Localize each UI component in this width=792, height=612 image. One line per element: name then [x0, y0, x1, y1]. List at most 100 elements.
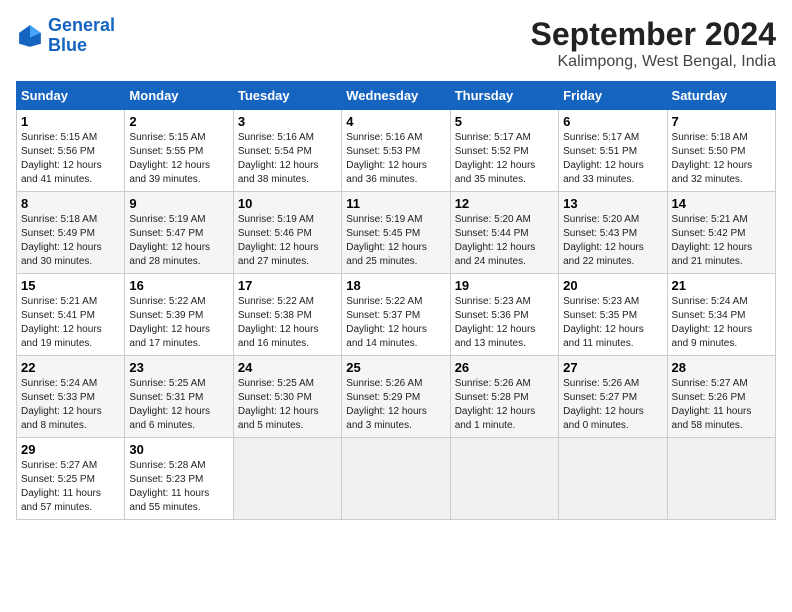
- day-number: 30: [129, 442, 228, 457]
- day-number: 14: [672, 196, 771, 211]
- calendar-header-tuesday: Tuesday: [233, 82, 341, 110]
- calendar-week-3: 15 Sunrise: 5:21 AM Sunset: 5:41 PM Dayli…: [17, 274, 776, 356]
- day-number: 7: [672, 114, 771, 129]
- calendar-day-25: 25Sunrise: 5:26 AM Sunset: 5:29 PM Dayli…: [342, 356, 450, 438]
- calendar-day-23: 23Sunrise: 5:25 AM Sunset: 5:31 PM Dayli…: [125, 356, 233, 438]
- calendar-day-19: 19 Sunrise: 5:23 AM Sunset: 5:36 PM Dayli…: [450, 274, 558, 356]
- calendar-day-9: 9 Sunrise: 5:19 AM Sunset: 5:47 PM Daylig…: [125, 192, 233, 274]
- calendar-week-2: 8Sunrise: 5:18 AM Sunset: 5:49 PM Daylig…: [17, 192, 776, 274]
- day-number: 24: [238, 360, 337, 375]
- day-info: Sunrise: 5:26 AM Sunset: 5:28 PM Dayligh…: [455, 377, 554, 433]
- day-info: Sunrise: 5:23 AM Sunset: 5:36 PM Dayligh…: [455, 295, 554, 351]
- day-number: 2: [129, 114, 228, 129]
- calendar-day-13: 13Sunrise: 5:20 AM Sunset: 5:43 PM Dayli…: [559, 192, 667, 274]
- day-info: Sunrise: 5:16 AM Sunset: 5:53 PM Dayligh…: [346, 131, 445, 187]
- calendar-week-4: 22 Sunrise: 5:24 AM Sunset: 5:33 PM Dayli…: [17, 356, 776, 438]
- calendar-day-26: 26Sunrise: 5:26 AM Sunset: 5:28 PM Dayli…: [450, 356, 558, 438]
- day-number: 4: [346, 114, 445, 129]
- day-info: Sunrise: 5:19 AM Sunset: 5:47 PM Dayligh…: [129, 213, 228, 269]
- header: General Blue September 2024 Kalimpong, W…: [16, 16, 776, 71]
- logo: General Blue: [16, 16, 115, 56]
- day-number: 21: [672, 278, 771, 293]
- calendar-day-30: 30 Sunrise: 5:28 AM Sunset: 5:23 PM Dayli…: [125, 438, 233, 520]
- calendar-table: SundayMondayTuesdayWednesdayThursdayFrid…: [16, 81, 776, 520]
- day-number: 5: [455, 114, 554, 129]
- calendar-body: 1 Sunrise: 5:15 AM Sunset: 5:56 PM Daylig…: [17, 110, 776, 520]
- day-info: Sunrise: 5:26 AM Sunset: 5:27 PM Dayligh…: [563, 377, 662, 433]
- day-info: Sunrise: 5:16 AM Sunset: 5:54 PM Dayligh…: [238, 131, 337, 187]
- day-number: 9: [129, 196, 228, 211]
- calendar-day-24: 24 Sunrise: 5:25 AM Sunset: 5:30 PM Dayli…: [233, 356, 341, 438]
- calendar-day-17: 17 Sunrise: 5:22 AM Sunset: 5:38 PM Dayli…: [233, 274, 341, 356]
- calendar-day-28: 28Sunrise: 5:27 AM Sunset: 5:26 PM Dayli…: [667, 356, 775, 438]
- calendar-day-20: 20 Sunrise: 5:23 AM Sunset: 5:35 PM Dayli…: [559, 274, 667, 356]
- day-number: 1: [21, 114, 120, 129]
- calendar-day-3: 3 Sunrise: 5:16 AM Sunset: 5:54 PM Daylig…: [233, 110, 341, 192]
- day-info: Sunrise: 5:20 AM Sunset: 5:43 PM Dayligh…: [563, 213, 662, 269]
- day-info: Sunrise: 5:20 AM Sunset: 5:44 PM Dayligh…: [455, 213, 554, 269]
- empty-cell: [559, 438, 667, 520]
- calendar-day-4: 4 Sunrise: 5:16 AM Sunset: 5:53 PM Daylig…: [342, 110, 450, 192]
- empty-cell: [342, 438, 450, 520]
- calendar-day-2: 2 Sunrise: 5:15 AM Sunset: 5:55 PM Daylig…: [125, 110, 233, 192]
- day-info: Sunrise: 5:22 AM Sunset: 5:37 PM Dayligh…: [346, 295, 445, 351]
- day-info: Sunrise: 5:19 AM Sunset: 5:46 PM Dayligh…: [238, 213, 337, 269]
- day-info: Sunrise: 5:17 AM Sunset: 5:51 PM Dayligh…: [563, 131, 662, 187]
- day-number: 19: [455, 278, 554, 293]
- day-info: Sunrise: 5:15 AM Sunset: 5:56 PM Dayligh…: [21, 131, 120, 187]
- day-info: Sunrise: 5:21 AM Sunset: 5:41 PM Dayligh…: [21, 295, 120, 351]
- calendar-day-1: 1 Sunrise: 5:15 AM Sunset: 5:56 PM Daylig…: [17, 110, 125, 192]
- day-info: Sunrise: 5:22 AM Sunset: 5:38 PM Dayligh…: [238, 295, 337, 351]
- empty-cell: [667, 438, 775, 520]
- calendar-day-7: 7 Sunrise: 5:18 AM Sunset: 5:50 PM Daylig…: [667, 110, 775, 192]
- day-info: Sunrise: 5:17 AM Sunset: 5:52 PM Dayligh…: [455, 131, 554, 187]
- logo-text: General Blue: [48, 16, 115, 56]
- calendar-header-monday: Monday: [125, 82, 233, 110]
- calendar-day-14: 14Sunrise: 5:21 AM Sunset: 5:42 PM Dayli…: [667, 192, 775, 274]
- empty-cell: [450, 438, 558, 520]
- calendar-header-row: SundayMondayTuesdayWednesdayThursdayFrid…: [17, 82, 776, 110]
- logo-icon: [16, 22, 44, 50]
- page-subtitle: Kalimpong, West Bengal, India: [531, 53, 776, 71]
- calendar-day-22: 22 Sunrise: 5:24 AM Sunset: 5:33 PM Dayli…: [17, 356, 125, 438]
- calendar-day-6: 6 Sunrise: 5:17 AM Sunset: 5:51 PM Daylig…: [559, 110, 667, 192]
- day-number: 15: [21, 278, 120, 293]
- page-title: September 2024: [531, 16, 776, 53]
- empty-cell: [233, 438, 341, 520]
- day-number: 17: [238, 278, 337, 293]
- calendar-header-wednesday: Wednesday: [342, 82, 450, 110]
- day-info: Sunrise: 5:27 AM Sunset: 5:25 PM Dayligh…: [21, 459, 120, 515]
- day-number: 6: [563, 114, 662, 129]
- day-info: Sunrise: 5:23 AM Sunset: 5:35 PM Dayligh…: [563, 295, 662, 351]
- calendar-header-saturday: Saturday: [667, 82, 775, 110]
- day-number: 28: [672, 360, 771, 375]
- day-info: Sunrise: 5:18 AM Sunset: 5:50 PM Dayligh…: [672, 131, 771, 187]
- calendar-day-21: 21 Sunrise: 5:24 AM Sunset: 5:34 PM Dayli…: [667, 274, 775, 356]
- day-number: 20: [563, 278, 662, 293]
- calendar-day-12: 12 Sunrise: 5:20 AM Sunset: 5:44 PM Dayli…: [450, 192, 558, 274]
- day-info: Sunrise: 5:19 AM Sunset: 5:45 PM Dayligh…: [346, 213, 445, 269]
- calendar-day-5: 5 Sunrise: 5:17 AM Sunset: 5:52 PM Daylig…: [450, 110, 558, 192]
- calendar-week-5: 29 Sunrise: 5:27 AM Sunset: 5:25 PM Dayli…: [17, 438, 776, 520]
- day-info: Sunrise: 5:26 AM Sunset: 5:29 PM Dayligh…: [346, 377, 445, 433]
- calendar-day-10: 10Sunrise: 5:19 AM Sunset: 5:46 PM Dayli…: [233, 192, 341, 274]
- day-info: Sunrise: 5:25 AM Sunset: 5:30 PM Dayligh…: [238, 377, 337, 433]
- day-number: 22: [21, 360, 120, 375]
- day-number: 3: [238, 114, 337, 129]
- day-info: Sunrise: 5:28 AM Sunset: 5:23 PM Dayligh…: [129, 459, 228, 515]
- day-info: Sunrise: 5:24 AM Sunset: 5:34 PM Dayligh…: [672, 295, 771, 351]
- day-info: Sunrise: 5:24 AM Sunset: 5:33 PM Dayligh…: [21, 377, 120, 433]
- day-number: 12: [455, 196, 554, 211]
- calendar-header-friday: Friday: [559, 82, 667, 110]
- calendar-day-8: 8Sunrise: 5:18 AM Sunset: 5:49 PM Daylig…: [17, 192, 125, 274]
- calendar-day-27: 27 Sunrise: 5:26 AM Sunset: 5:27 PM Dayli…: [559, 356, 667, 438]
- calendar-header-sunday: Sunday: [17, 82, 125, 110]
- day-info: Sunrise: 5:15 AM Sunset: 5:55 PM Dayligh…: [129, 131, 228, 187]
- day-number: 29: [21, 442, 120, 457]
- day-number: 18: [346, 278, 445, 293]
- calendar-day-15: 15 Sunrise: 5:21 AM Sunset: 5:41 PM Dayli…: [17, 274, 125, 356]
- day-number: 27: [563, 360, 662, 375]
- calendar-week-1: 1 Sunrise: 5:15 AM Sunset: 5:56 PM Daylig…: [17, 110, 776, 192]
- calendar-day-16: 16Sunrise: 5:22 AM Sunset: 5:39 PM Dayli…: [125, 274, 233, 356]
- calendar-header-thursday: Thursday: [450, 82, 558, 110]
